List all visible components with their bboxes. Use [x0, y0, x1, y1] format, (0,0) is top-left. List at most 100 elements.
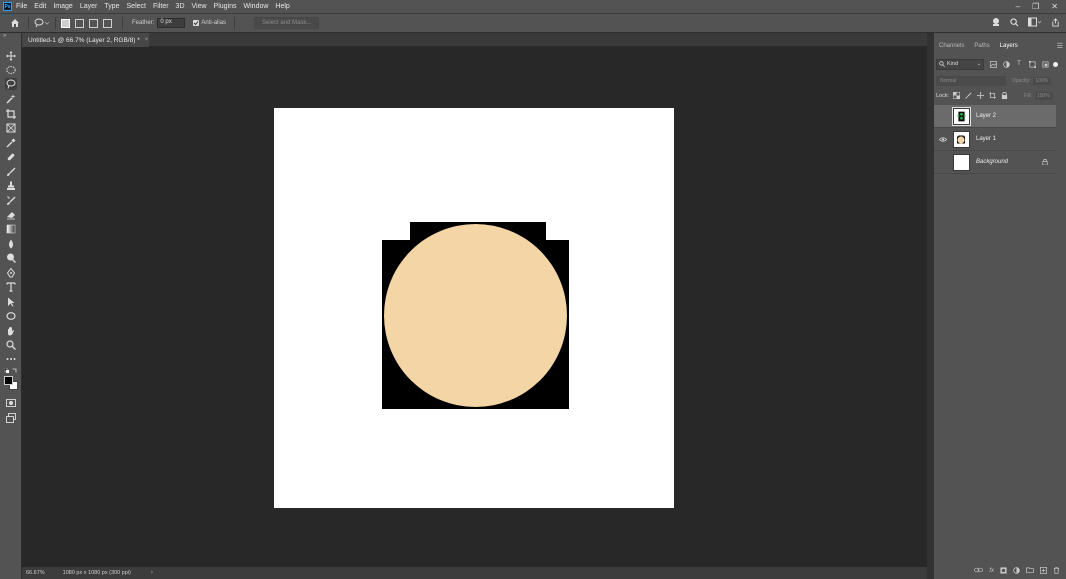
crop-tool-icon[interactable]	[5, 108, 17, 120]
screen-mode-icon[interactable]	[5, 412, 17, 424]
blend-mode-select[interactable]: Normal	[936, 75, 1006, 86]
layer-name[interactable]: Background	[976, 159, 1008, 165]
menu-view[interactable]: View	[192, 0, 207, 13]
tab-paths[interactable]: Paths	[969, 40, 994, 52]
pixel-layer-filter-icon[interactable]	[989, 60, 997, 68]
more-tools-icon[interactable]	[5, 353, 17, 365]
menu-image[interactable]: Image	[53, 0, 72, 13]
layer-row-layer-2[interactable]: Layer 2	[934, 105, 1056, 128]
visibility-toggle[interactable]	[938, 157, 948, 167]
zoom-level[interactable]: 66.67%	[26, 570, 45, 576]
canvas-area[interactable]	[22, 48, 927, 567]
layer-row-layer-1[interactable]: Layer 1	[934, 128, 1056, 151]
status-expand-icon[interactable]: ›	[151, 570, 153, 576]
healing-brush-tool-icon[interactable]	[5, 151, 17, 163]
menu-3d[interactable]: 3D	[176, 0, 185, 13]
layer-name[interactable]: Layer 2	[976, 113, 996, 119]
adjustment-layer-filter-icon[interactable]	[1002, 60, 1010, 68]
menu-file[interactable]: File	[16, 0, 27, 13]
share-icon[interactable]	[1051, 17, 1060, 29]
new-layer-icon[interactable]	[1040, 566, 1047, 576]
dodge-tool-icon[interactable]	[5, 252, 17, 264]
fill-input[interactable]: 100%	[1034, 91, 1053, 100]
default-colors-icon[interactable]	[3, 367, 9, 373]
layer-kind-select[interactable]: Kind ⌄	[936, 58, 984, 70]
antialias-checkbox[interactable]	[193, 20, 200, 26]
gradient-tool-icon[interactable]	[5, 223, 17, 235]
workspace-switcher-icon[interactable]	[1028, 17, 1042, 29]
menu-layer[interactable]: Layer	[80, 0, 98, 13]
intersect-selection-mode-icon[interactable]	[103, 18, 112, 28]
foreground-color-swatch[interactable]	[4, 376, 13, 385]
add-layer-mask-icon[interactable]	[1000, 566, 1007, 576]
lasso-tool-icon[interactable]	[5, 78, 17, 90]
layer-name[interactable]: Layer 1	[976, 136, 996, 142]
restore-button[interactable]: ❐	[1032, 2, 1039, 11]
share-user-icon[interactable]	[991, 17, 1001, 29]
lock-all-icon[interactable]	[1000, 91, 1009, 100]
lock-artboard-icon[interactable]	[988, 91, 997, 100]
hand-tool-icon[interactable]	[5, 325, 17, 337]
layer-thumbnail[interactable]	[953, 130, 970, 148]
menu-edit[interactable]: Edit	[34, 0, 46, 13]
clone-stamp-tool-icon[interactable]	[5, 180, 17, 192]
type-layer-filter-icon[interactable]: T	[1015, 60, 1023, 68]
brush-tool-icon[interactable]	[5, 166, 17, 178]
quick-mask-icon[interactable]	[5, 397, 17, 409]
select-and-mask-button[interactable]: Select and Mask...	[254, 17, 320, 29]
filter-toggle-icon[interactable]	[1053, 61, 1058, 67]
history-brush-tool-icon[interactable]	[5, 195, 17, 207]
magic-wand-tool-icon[interactable]	[5, 93, 17, 105]
menu-type[interactable]: Type	[104, 0, 119, 13]
document-info[interactable]: 1080 px x 1080 px (300 ppi)	[63, 570, 131, 576]
smart-object-filter-icon[interactable]	[1041, 60, 1049, 68]
lasso-tool-preset-icon[interactable]	[34, 18, 50, 28]
tab-channels[interactable]: Channels	[934, 40, 969, 52]
visibility-toggle[interactable]	[938, 111, 948, 121]
search-icon[interactable]	[1010, 17, 1019, 29]
lock-transparent-pixels-icon[interactable]	[952, 91, 961, 100]
lock-position-icon[interactable]	[976, 91, 985, 100]
layer-thumbnail[interactable]	[953, 153, 970, 171]
layer-style-fx-icon[interactable]: fx	[989, 568, 994, 574]
lock-image-pixels-icon[interactable]	[964, 91, 973, 100]
frame-tool-icon[interactable]	[5, 122, 17, 134]
eye-icon[interactable]	[938, 134, 948, 144]
opacity-input[interactable]: 100%	[1033, 76, 1052, 85]
link-layers-icon[interactable]	[974, 567, 984, 575]
home-icon[interactable]	[10, 18, 20, 28]
ellipse-tool-icon[interactable]	[5, 310, 17, 322]
eraser-tool-icon[interactable]	[5, 209, 17, 221]
new-selection-mode-icon[interactable]	[61, 18, 70, 28]
menu-plugins[interactable]: Plugins	[214, 0, 237, 13]
new-group-folder-icon[interactable]	[1026, 567, 1034, 575]
menu-select[interactable]: Select	[127, 0, 146, 13]
type-tool-icon[interactable]	[5, 281, 17, 293]
subtract-selection-mode-icon[interactable]	[89, 18, 98, 28]
shape-layer-filter-icon[interactable]	[1028, 60, 1036, 68]
adjustment-layer-icon[interactable]	[1013, 566, 1020, 576]
close-window-button[interactable]: ✕	[1051, 2, 1058, 11]
pen-tool-icon[interactable]	[5, 267, 17, 279]
menu-window[interactable]: Window	[244, 0, 269, 13]
move-tool-icon[interactable]	[5, 50, 17, 62]
tab-layers[interactable]: Layers	[995, 40, 1023, 52]
layer-thumbnail[interactable]	[952, 106, 971, 126]
feather-input[interactable]: 0 px	[157, 18, 186, 28]
document-tab[interactable]: Untitled-1 @ 66.7% (Layer 2, RGB/8) * ×	[22, 33, 149, 47]
layer-row-background[interactable]: Background	[934, 151, 1056, 174]
zoom-tool-icon[interactable]	[5, 339, 17, 351]
eyedropper-tool-icon[interactable]	[5, 137, 17, 149]
menu-help[interactable]: Help	[275, 0, 289, 13]
swap-colors-icon[interactable]	[12, 368, 17, 373]
document-canvas[interactable]	[274, 108, 674, 508]
blur-tool-icon[interactable]	[5, 238, 17, 250]
delete-layer-trash-icon[interactable]	[1053, 566, 1060, 576]
menu-filter[interactable]: Filter	[153, 0, 169, 13]
minimize-button[interactable]: –	[1016, 2, 1020, 11]
layer-lock-icon[interactable]	[1042, 159, 1048, 167]
panel-menu-icon[interactable]: ☰	[1057, 42, 1063, 50]
toolbar-collapse-icon[interactable]: »	[3, 33, 6, 39]
path-selection-tool-icon[interactable]	[5, 296, 17, 308]
close-tab-icon[interactable]: ×	[145, 37, 149, 43]
